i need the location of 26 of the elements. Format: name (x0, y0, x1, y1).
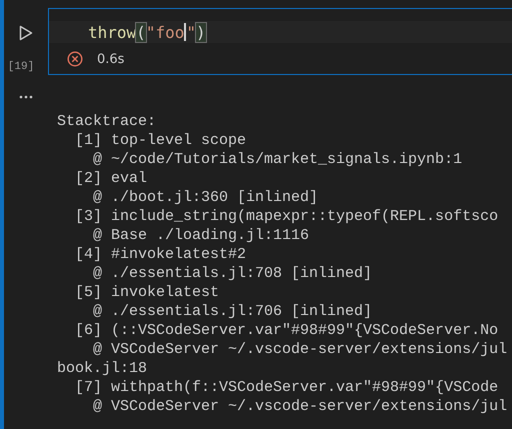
output-line: [2] eval (74, 169, 148, 188)
duration: 0.6s (97, 52, 124, 66)
output-line: @ ~/code/Tutorials/market_signals.ipynb:1 (92, 150, 462, 169)
output-line: @ ./essentials.jl:706 [inlined] (92, 302, 372, 321)
execution-count: [19] (8, 61, 34, 73)
code-token: throw (88, 22, 136, 42)
run-icon[interactable] (19, 25, 33, 41)
output-line: @ ./essentials.jl:708 [inlined] (92, 264, 372, 283)
output-line: @ Base ./loading.jl:1116 (92, 226, 310, 245)
code-token: ( (136, 22, 146, 42)
output-line: [6] (::VSCodeServer.var"#98#99"{VSCodeServer.No (74, 321, 498, 340)
output-line: [4] #invokelatest#2 (74, 245, 246, 264)
code-token: "foo (146, 22, 184, 42)
output-line: [7] withpath(f::VSCodeServer.var"#98#99"{VSCode (74, 378, 498, 397)
more-icon[interactable] (19, 95, 33, 99)
output-line: @ VSCodeServer ~/.vscode-server/extensions/jul (92, 397, 508, 416)
output-line: @ VSCodeServer ~/.vscode-server/extensions/jul (92, 340, 508, 359)
output-line: [3] include_string(mapexpr::typeof(REPL.softsco (74, 207, 498, 226)
output-line: book.jl:18 (57, 359, 148, 378)
output-line: [5] invokelatest (74, 283, 220, 302)
output-line: Stacktrace: (57, 112, 156, 131)
code-token: " (186, 22, 196, 42)
code-token: ) (196, 22, 206, 42)
output-line: [1] top-level scope (74, 131, 246, 150)
output-line: @ ./boot.jl:360 [inlined] (92, 188, 318, 207)
code-cell[interactable]: throw("foo") 0.6s (48, 8, 512, 75)
